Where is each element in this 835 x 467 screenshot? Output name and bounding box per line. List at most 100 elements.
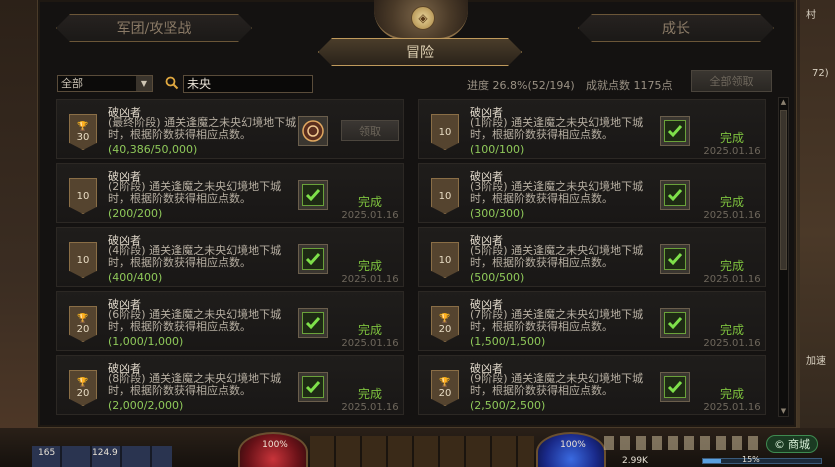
tab-legion-siege[interactable]: 军团/攻坚战	[56, 14, 252, 42]
achievement-card: 10 破凶者 (2阶段) 通关逢魔之未央幻境地下城时，根据阶数获得相应点数。 (200…	[56, 163, 404, 223]
achievement-desc: (6阶段) 通关逢魔之未央幻境地下城时，根据阶数获得相应点数。	[108, 308, 282, 333]
achievement-card: 🏆 20 破凶者 (9阶段) 通关逢魔之未央幻境地下城时，根据阶数获得相应点数。 (2,…	[418, 355, 766, 415]
achievement-progress: (2,000/2,000)	[108, 399, 184, 412]
status-complete: 完成	[357, 259, 382, 273]
reward-icon	[660, 180, 690, 210]
achievement-card: 10 破凶者 (4阶段) 通关逢魔之未央幻境地下城时，根据阶数获得相应点数。 (400…	[56, 227, 404, 287]
scroll-down-icon[interactable]: ▼	[779, 407, 788, 416]
achievement-progress: (400/400)	[108, 271, 163, 284]
claim-button[interactable]: 领取	[341, 120, 399, 141]
category-filter-select[interactable]: 全部 ▼	[57, 75, 153, 92]
points-badge: 10	[69, 242, 97, 278]
achievement-progress: (2,500/2,500)	[470, 399, 546, 412]
trophy-icon: 🏆	[77, 313, 89, 324]
scrollbar[interactable]: ▲ ▼	[778, 97, 789, 417]
scroll-up-icon[interactable]: ▲	[779, 98, 788, 107]
badge-points: 10	[438, 254, 452, 266]
tab-adventure[interactable]: 冒险	[318, 38, 522, 66]
achievement-desc: (8阶段) 通关逢魔之未央幻境地下城时，根据阶数获得相应点数。	[108, 372, 282, 397]
achievement-card: 🏆 20 破凶者 (8阶段) 通关逢魔之未央幻境地下城时，根据阶数获得相应点数。 (2,…	[56, 355, 404, 415]
points-badge: 10	[431, 178, 459, 214]
badge-points: 10	[76, 190, 90, 202]
badge-points: 20	[76, 387, 90, 399]
checkmark-icon	[302, 376, 324, 398]
badge-points: 20	[438, 323, 452, 335]
achievement-card: 10 破凶者 (5阶段) 通关逢魔之未央幻境地下城时，根据阶数获得相应点数。 (500…	[418, 227, 766, 287]
progress-summary: 进度 26.8%(52/194)	[467, 79, 575, 92]
points-badge: 🏆 20	[431, 306, 459, 342]
completion-date: 2025.01.16	[703, 338, 761, 349]
status-complete: 完成	[719, 387, 744, 401]
achievement-list: 🏆 30 破凶者 (最终阶段) 通关逢魔之未央幻境地下城时，根据阶数获得相应点数。 (4…	[56, 96, 776, 420]
claim-all-button[interactable]: 全部领取	[691, 70, 772, 92]
gold-amount: 2.99K	[622, 456, 648, 466]
reward-icon	[298, 116, 328, 146]
system-menu-icons[interactable]	[604, 436, 764, 450]
reward-icon	[660, 116, 690, 146]
points-badge: 🏆 20	[431, 370, 459, 406]
trophy-icon: 🏆	[77, 377, 89, 388]
achievement-progress: (40,386/50,000)	[108, 143, 198, 156]
achievement-progress: (1,000/1,000)	[108, 335, 184, 348]
checkmark-icon	[664, 248, 686, 270]
status-complete: 完成	[357, 323, 382, 337]
checkmark-icon	[302, 184, 324, 206]
achievement-card: 🏆 20 破凶者 (6阶段) 通关逢魔之未央幻境地下城时，根据阶数获得相应点数。 (1,…	[56, 291, 404, 351]
badge-points: 10	[438, 190, 452, 202]
completion-date: 2025.01.16	[341, 210, 399, 221]
search-input[interactable]: 未央	[183, 75, 313, 93]
reward-icon	[660, 244, 690, 274]
compass-icon: ◈	[411, 6, 435, 30]
trophy-icon: 🏆	[77, 121, 89, 132]
achievement-desc: (1阶段) 通关逢魔之未央幻境地下城时，根据阶数获得相应点数。	[470, 116, 644, 141]
completion-date: 2025.01.16	[703, 274, 761, 285]
status-complete: 完成	[719, 131, 744, 145]
completion-date: 2025.01.16	[341, 338, 399, 349]
achievement-desc: (7阶段) 通关逢魔之未央幻境地下城时，根据阶数获得相应点数。	[470, 308, 644, 333]
achievement-desc: (2阶段) 通关逢魔之未央幻境地下城时，根据阶数获得相应点数。	[108, 180, 282, 205]
checkmark-icon	[302, 312, 324, 334]
shop-label: 商城	[788, 438, 810, 451]
badge-points: 30	[76, 131, 90, 143]
points-badge: 🏆 30	[69, 114, 97, 150]
hp-orb: 100%	[238, 432, 308, 467]
points-badge: 10	[431, 242, 459, 278]
chevron-down-icon[interactable]: ▼	[136, 76, 152, 91]
achievement-progress: (200/200)	[108, 207, 163, 220]
search-icon	[165, 76, 179, 90]
badge-points: 10	[438, 126, 452, 138]
completion-date: 2025.01.16	[703, 210, 761, 221]
reward-icon	[298, 244, 328, 274]
achievement-desc: (最终阶段) 通关逢魔之未央幻境地下城时，根据阶数获得相应点数。	[108, 116, 297, 141]
achievement-card: 🏆 20 破凶者 (7阶段) 通关逢魔之未央幻境地下城时，根据阶数获得相应点数。 (1,…	[418, 291, 766, 351]
reward-icon	[298, 372, 328, 402]
tab-growth[interactable]: 成长	[578, 14, 774, 42]
completion-date: 2025.01.16	[341, 402, 399, 413]
exp-percent: 15%	[742, 455, 760, 464]
points-badge: 10	[431, 114, 459, 150]
achievement-desc: (3阶段) 通关逢魔之未央幻境地下城时，根据阶数获得相应点数。	[470, 180, 644, 205]
points-badge: 🏆 20	[69, 370, 97, 406]
reward-icon	[298, 180, 328, 210]
reward-icon	[660, 308, 690, 338]
hp-percent: 100%	[262, 440, 288, 450]
reward-icon	[298, 308, 328, 338]
scroll-thumb[interactable]	[780, 110, 787, 270]
status-complete: 完成	[719, 259, 744, 273]
achievement-card: 10 破凶者 (3阶段) 通关逢魔之未央幻境地下城时，根据阶数获得相应点数。 (300…	[418, 163, 766, 223]
trophy-icon: 🏆	[439, 313, 451, 324]
trophy-icon: 🏆	[439, 377, 451, 388]
status-complete: 完成	[719, 195, 744, 209]
status-complete: 完成	[357, 195, 382, 209]
skill-bar[interactable]	[310, 436, 534, 467]
game-scene-left	[0, 0, 40, 467]
character-level: 165	[38, 448, 56, 458]
checkmark-icon	[664, 120, 686, 142]
achievement-points: 成就点数 1175点	[586, 79, 673, 92]
fatigue-value: 124.9	[92, 448, 118, 458]
checkmark-icon	[664, 376, 686, 398]
scene-label-count: 72)	[812, 68, 829, 79]
cart-icon: ©	[774, 437, 785, 451]
badge-points: 20	[76, 323, 90, 335]
shop-button[interactable]: © 商城	[766, 435, 818, 453]
